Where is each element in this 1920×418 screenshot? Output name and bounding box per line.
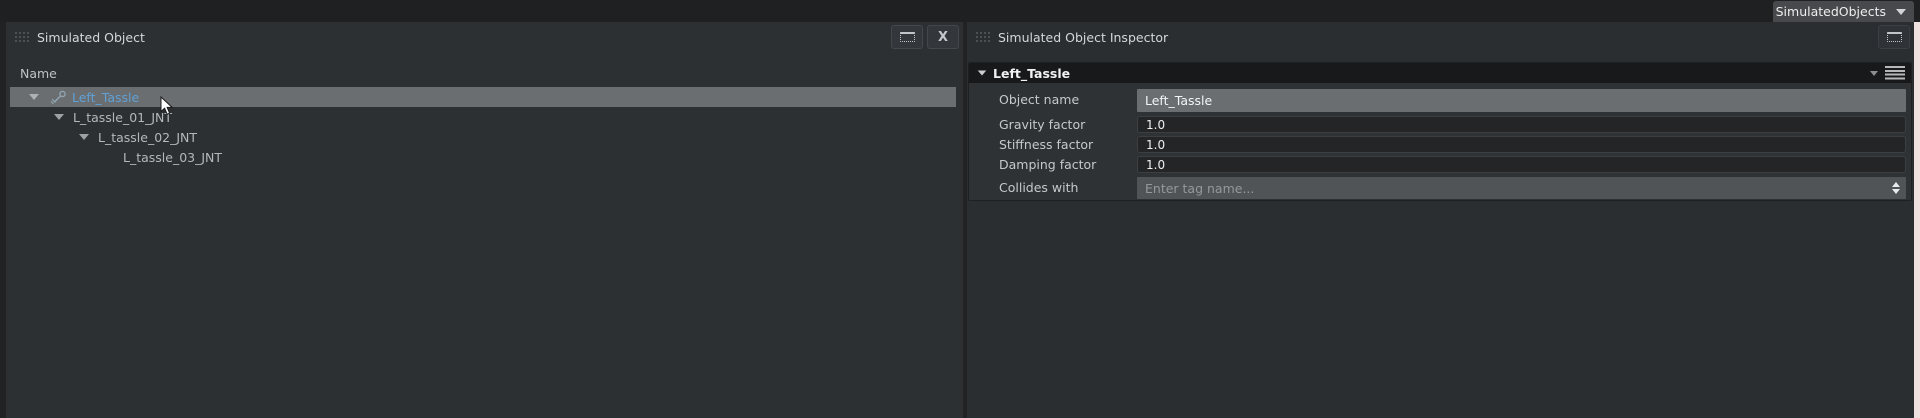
expander-toggle[interactable] xyxy=(72,134,96,140)
simulated-object-panel: Simulated Object X Name Left_Tassle xyxy=(6,22,963,418)
expander-toggle[interactable] xyxy=(22,94,46,100)
tree-row-l-tassle-02[interactable]: L_tassle_02_JNT xyxy=(10,127,956,147)
panel-title: Simulated Object xyxy=(37,30,145,45)
gravity-factor-input[interactable] xyxy=(1137,116,1906,133)
collides-with-combo[interactable]: Enter tag name... xyxy=(1137,177,1906,199)
stepper-icon[interactable] xyxy=(1892,182,1900,194)
maximize-button[interactable] xyxy=(891,25,923,49)
tree-column-header: Name xyxy=(6,52,963,87)
tree-row-l-tassle-03[interactable]: L_tassle_03_JNT xyxy=(10,147,956,167)
section-title: Left_Tassle xyxy=(993,66,1070,81)
collapse-triangle-icon[interactable] xyxy=(978,70,987,75)
object-tree: Left_Tassle L_tassle_01_JNT L_tassle_02_… xyxy=(6,87,963,167)
close-button[interactable]: X xyxy=(927,25,959,49)
drag-handle-icon[interactable] xyxy=(975,30,992,44)
tree-row-l-tassle-01[interactable]: L_tassle_01_JNT xyxy=(10,107,956,127)
damping-factor-label: Damping factor xyxy=(999,157,1096,172)
joint-icon xyxy=(46,90,70,105)
chevron-down-icon xyxy=(1896,9,1906,15)
simulated-object-titlebar[interactable]: Simulated Object X xyxy=(6,22,963,52)
close-icon: X xyxy=(938,31,948,44)
triangle-down-icon xyxy=(54,114,64,120)
expander-toggle[interactable] xyxy=(47,114,71,120)
tree-item-label: L_tassle_01_JNT xyxy=(73,110,172,125)
panel-title: Simulated Object Inspector xyxy=(998,30,1168,45)
section-caret-icon[interactable] xyxy=(1870,71,1878,76)
tree-item-label: L_tassle_03_JNT xyxy=(123,150,222,165)
stiffness-factor-label: Stiffness factor xyxy=(999,137,1093,152)
gravity-factor-label: Gravity factor xyxy=(999,117,1085,132)
maximize-button[interactable] xyxy=(1878,25,1910,49)
tree-item-label: L_tassle_02_JNT xyxy=(98,130,197,145)
object-name-label: Object name xyxy=(999,92,1079,107)
right-edge-strip xyxy=(1914,22,1920,418)
top-bar xyxy=(0,0,1920,22)
damping-factor-input[interactable] xyxy=(1137,156,1906,173)
maximize-icon xyxy=(1887,32,1902,42)
maximize-icon xyxy=(900,32,915,42)
inspector-panel: Simulated Object Inspector Left_Tassle O… xyxy=(967,22,1914,418)
object-section: Left_Tassle Object name Gravity factor S… xyxy=(968,62,1912,201)
triangle-down-icon xyxy=(29,94,39,100)
section-header[interactable]: Left_Tassle xyxy=(969,63,1911,83)
combo-placeholder: Enter tag name... xyxy=(1145,181,1892,196)
stiffness-factor-input[interactable] xyxy=(1137,136,1906,153)
menu-icon[interactable] xyxy=(1885,66,1905,80)
workspace-selector-label: SimulatedObjects xyxy=(1776,4,1886,19)
tree-row-left-tassle[interactable]: Left_Tassle xyxy=(10,87,956,107)
workspace-selector[interactable]: SimulatedObjects xyxy=(1773,1,1914,22)
tree-item-label: Left_Tassle xyxy=(72,90,139,105)
object-name-input[interactable] xyxy=(1137,89,1906,112)
triangle-down-icon xyxy=(79,134,89,140)
inspector-titlebar[interactable]: Simulated Object Inspector xyxy=(967,22,1914,52)
collides-with-label: Collides with xyxy=(999,180,1078,195)
drag-handle-icon[interactable] xyxy=(14,30,31,44)
